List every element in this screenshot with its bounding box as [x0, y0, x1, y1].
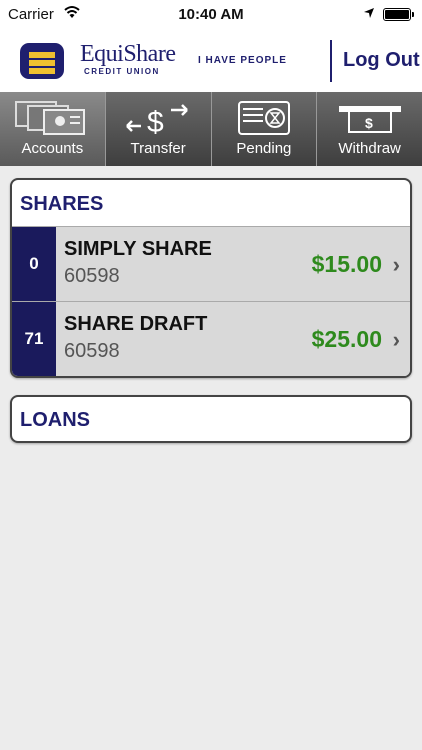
share-row[interactable]: 71 SHARE DRAFT 60598 $25.00 ›: [12, 301, 410, 376]
share-row[interactable]: 0 SIMPLY SHARE 60598 $15.00 ›: [12, 226, 410, 301]
app-header: EquiShare CREDIT UNION I HAVE PEOPLE Log…: [0, 30, 422, 92]
tab-transfer[interactable]: $ Transfer: [106, 92, 212, 166]
share-balance: $15.00: [311, 251, 382, 277]
svg-text:$: $: [147, 106, 164, 136]
share-name: SIMPLY SHARE: [64, 238, 212, 260]
svg-text:$: $: [365, 115, 373, 131]
transfer-dollar-icon: $: [106, 100, 211, 136]
brand-name: EquiShare: [80, 41, 176, 67]
status-time: 10:40 AM: [178, 6, 244, 23]
account-number: 60598: [64, 265, 120, 287]
tab-transfer-label: Transfer: [130, 140, 186, 157]
battery-icon: [383, 8, 414, 21]
chevron-right-icon: ›: [392, 252, 400, 277]
chevron-right-icon: ›: [392, 327, 400, 352]
equishare-logo-icon: [20, 43, 64, 79]
tab-withdraw-label: Withdraw: [338, 140, 401, 157]
cards-icon: [0, 100, 105, 136]
tab-accounts-label: Accounts: [21, 140, 84, 157]
logout-button[interactable]: Log Out: [343, 49, 420, 72]
header-divider: [330, 40, 332, 82]
status-bar: Carrier 10:40 AM: [0, 0, 422, 30]
tab-accounts[interactable]: Accounts: [0, 92, 106, 166]
transaction-count-badge: 71: [12, 302, 56, 376]
withdraw-cash-icon: $: [317, 100, 422, 136]
loans-card[interactable]: LOANS: [10, 395, 412, 443]
tab-pending[interactable]: Pending: [212, 92, 318, 166]
location-arrow-icon: [363, 6, 375, 23]
shares-card: SHARES 0 SIMPLY SHARE 60598 $15.00 › 71 …: [10, 178, 412, 378]
share-balance: $25.00: [311, 326, 382, 352]
loans-title: LOANS: [20, 409, 90, 431]
shares-title: SHARES: [20, 193, 104, 215]
tab-pending-label: Pending: [236, 140, 292, 157]
pending-check-icon: [212, 100, 317, 136]
transaction-count-badge: 0: [12, 227, 56, 301]
account-number: 60598: [64, 340, 120, 362]
tab-bar: Accounts $ Transfer Pending $ Withdraw: [0, 92, 422, 166]
tab-withdraw[interactable]: $ Withdraw: [317, 92, 422, 166]
share-name: SHARE DRAFT: [64, 313, 208, 335]
brand-subtitle: CREDIT UNION: [84, 67, 160, 76]
brand-tagline: I HAVE PEOPLE: [198, 55, 287, 66]
